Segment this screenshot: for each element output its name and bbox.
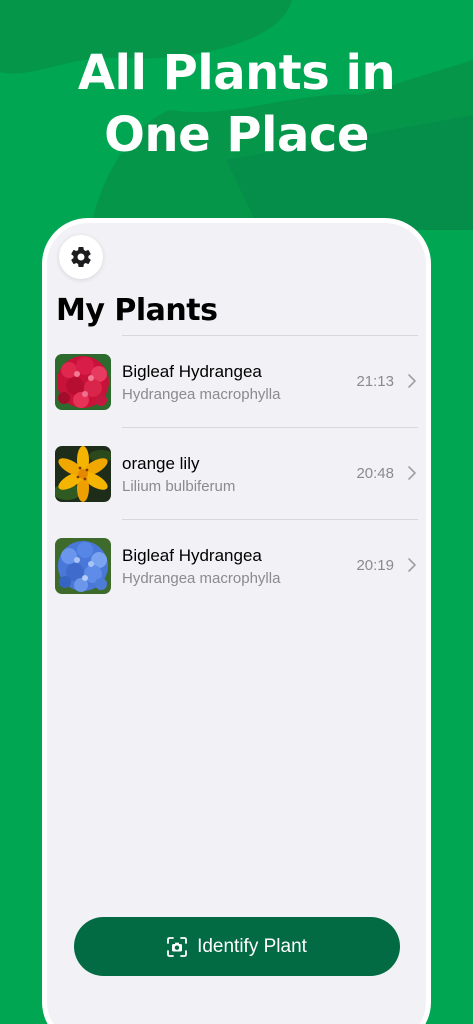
chevron-right-icon xyxy=(408,374,416,388)
plant-photo xyxy=(55,538,111,594)
plant-name: Bigleaf Hydrangea xyxy=(122,362,262,381)
identify-plant-label: Identify Plant xyxy=(197,935,307,957)
identify-plant-button[interactable]: Identify Plant xyxy=(74,917,400,976)
chevron-right-icon xyxy=(408,466,416,480)
plant-photo xyxy=(55,446,111,502)
plant-time: 21:13 xyxy=(356,373,394,390)
plant-scientific-name: Lilium bulbiferum xyxy=(122,478,236,495)
plant-name: orange lily xyxy=(122,454,200,473)
list-item[interactable]: orange lily Lilium bulbiferum 20:48 xyxy=(47,428,426,520)
plant-time: 20:48 xyxy=(356,465,394,482)
phone-frame: My Plants Bigleaf Hydrangea Hydrangea ma… xyxy=(42,218,431,1024)
plant-time: 20:19 xyxy=(356,557,394,574)
app-screen: My Plants Bigleaf Hydrangea Hydrangea ma… xyxy=(47,223,426,1024)
plant-photo xyxy=(55,354,111,410)
chevron-right-icon xyxy=(408,558,416,572)
list-item[interactable]: Bigleaf Hydrangea Hydrangea macrophylla … xyxy=(47,520,426,612)
plant-scientific-name: Hydrangea macrophylla xyxy=(122,570,281,587)
settings-button[interactable] xyxy=(59,235,103,279)
plant-list: Bigleaf Hydrangea Hydrangea macrophylla … xyxy=(47,335,426,612)
plant-scientific-name: Hydrangea macrophylla xyxy=(122,386,281,403)
page-title: My Plants xyxy=(56,293,218,328)
headline-line-1: All Plants in xyxy=(77,45,396,101)
headline-line-2: One Place xyxy=(104,107,369,163)
gear-icon xyxy=(71,247,91,268)
plant-name: Bigleaf Hydrangea xyxy=(122,546,262,565)
camera-scan-icon xyxy=(167,936,187,957)
headline: All Plants in One Place xyxy=(0,42,473,166)
list-item[interactable]: Bigleaf Hydrangea Hydrangea macrophylla … xyxy=(47,336,426,428)
